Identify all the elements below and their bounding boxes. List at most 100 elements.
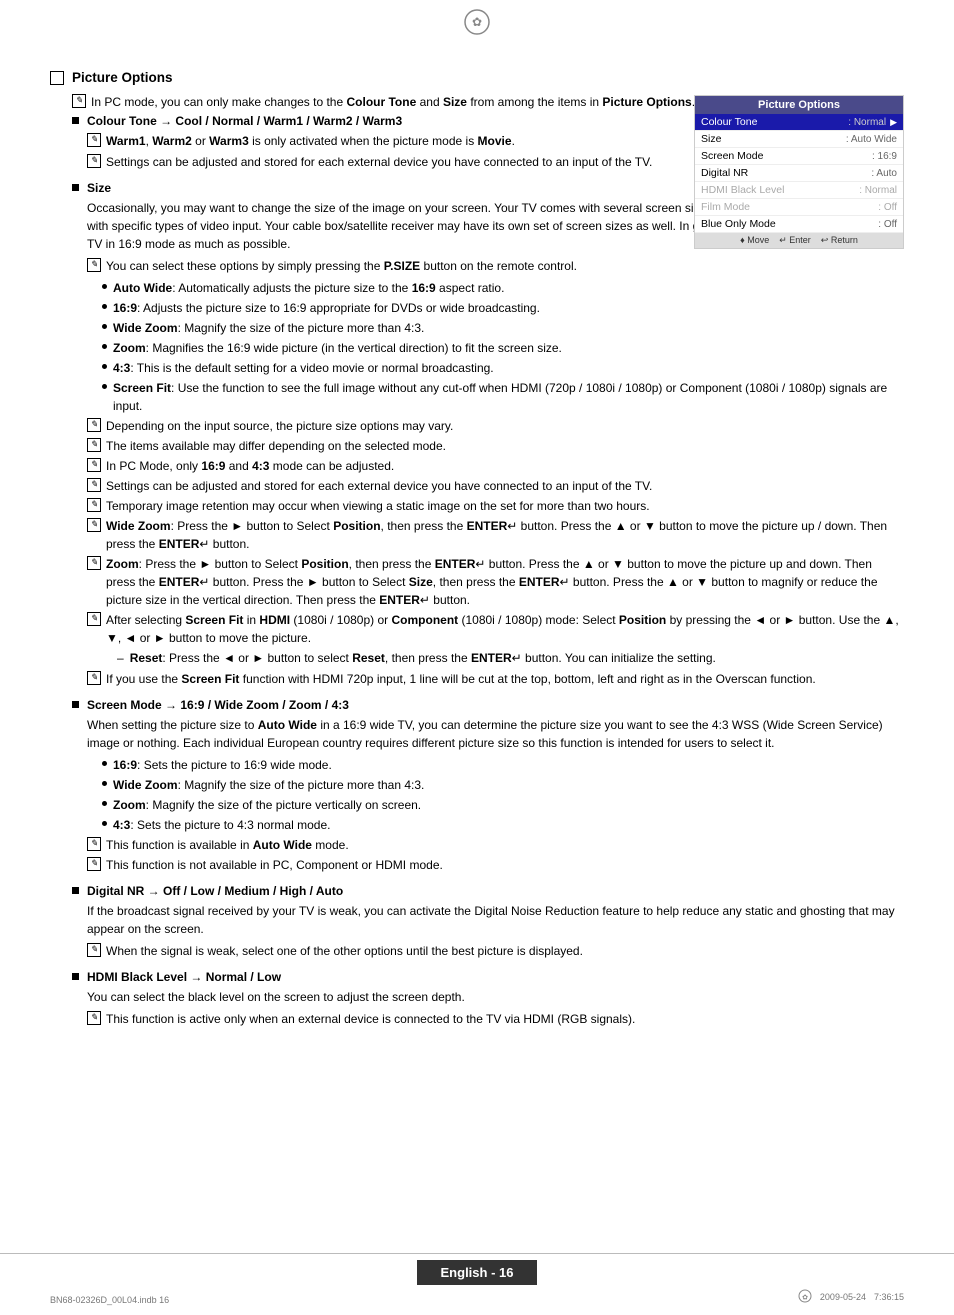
dash-text-reset: Reset: Press the ◄ or ► button to select… — [130, 649, 716, 667]
digital-nr-body: If the broadcast signal received by your… — [87, 902, 904, 960]
note-icon-warm: ✎ — [87, 133, 101, 147]
section-title-picture-options: Picture Options — [72, 70, 173, 85]
dash-reset: – Reset: Press the ◄ or ► button to sele… — [117, 649, 904, 667]
note-screen-fit-720p: ✎ If you use the Screen Fit function wit… — [87, 670, 904, 688]
panel-label-blue-only: Blue Only Mode — [701, 218, 878, 230]
size-body: Occasionally, you may want to change the… — [87, 199, 904, 688]
panel-value-size: : Auto Wide — [846, 134, 897, 145]
panel-row-size[interactable]: Size : Auto Wide — [695, 131, 903, 148]
note-wide-zoom-position: ✎ Wide Zoom: Press the ► button to Selec… — [87, 517, 904, 553]
bullet-sm-zoom: Zoom: Magnify the size of the picture ve… — [102, 796, 904, 814]
note-text-screen-fit-hdmi: After selecting Screen Fit in HDMI (1080… — [106, 611, 904, 647]
note-zoom-position: ✎ Zoom: Press the ► button to Select Pos… — [87, 555, 904, 609]
section-picture-options: Picture Options — [50, 70, 904, 85]
dot-screen-fit — [102, 384, 107, 389]
note-icon-not-pc-hdmi: ✎ — [87, 857, 101, 871]
panel-row-hdmi-black[interactable]: HDMI Black Level : Normal — [695, 182, 903, 199]
panel-row-blue-only[interactable]: Blue Only Mode : Off — [695, 216, 903, 233]
note-icon-items-differ: ✎ — [87, 438, 101, 452]
note-icon-hdmi-active: ✎ — [87, 1011, 101, 1025]
note-icon-signal-weak: ✎ — [87, 943, 101, 957]
dot-sm-zoom — [102, 801, 107, 806]
note-text-psize: You can select these options by simply p… — [106, 257, 577, 275]
footer-date-info: ✿ 2009-05-24 7:36:15 — [798, 1289, 904, 1305]
subsection-size: Size Occasionally, you may want to chang… — [72, 181, 904, 688]
bullet-wide-zoom: Wide Zoom: Magnify the size of the pictu… — [102, 319, 904, 337]
note-icon-input-source: ✎ — [87, 418, 101, 432]
footer-compass-right: ✿ — [798, 1289, 812, 1305]
note-not-pc-hdmi: ✎ This function is not available in PC, … — [87, 856, 904, 874]
panel-footer-enter: ↵ Enter — [779, 235, 811, 246]
bullet-screen-mode — [72, 701, 79, 708]
note-text-temporary: Temporary image retention may occur when… — [106, 497, 650, 515]
footer-label: English - 16 — [417, 1260, 538, 1285]
note-text-hdmi-active: This function is active only when an ext… — [106, 1010, 635, 1028]
note-icon-settings-stored: ✎ — [87, 478, 101, 492]
note-icon-screen-fit-720p: ✎ — [87, 671, 101, 685]
panel-label-film-mode: Film Mode — [701, 201, 878, 213]
screen-mode-list: 16:9: Sets the picture to 16:9 wide mode… — [102, 756, 904, 834]
footer-date: 2009-05-24 — [820, 1292, 866, 1302]
dot-auto-wide — [102, 284, 107, 289]
dot-4-3 — [102, 364, 107, 369]
dash-char-reset: – — [117, 649, 124, 667]
screen-mode-heading: Screen Mode → 16:9 / Wide Zoom / Zoom / … — [72, 698, 904, 712]
subsection-screen-mode: Screen Mode → 16:9 / Wide Zoom / Zoom / … — [72, 698, 904, 874]
note-signal-weak: ✎ When the signal is weak, select one of… — [87, 942, 904, 960]
bullet-sm-4-3: 4:3: Sets the picture to 4:3 normal mode… — [102, 816, 904, 834]
bullet-sm-16-9: 16:9: Sets the picture to 16:9 wide mode… — [102, 756, 904, 774]
bullet-colour-tone — [72, 117, 79, 124]
note-text-pc-mode: In PC mode, you can only make changes to… — [91, 93, 695, 111]
hdmi-black-title: HDMI Black Level → Normal / Low — [87, 970, 281, 984]
panel-value-film-mode: : Off — [878, 202, 897, 213]
note-auto-wide-mode: ✎ This function is available in Auto Wid… — [87, 836, 904, 854]
footer-time: 7:36:15 — [874, 1292, 904, 1302]
size-title: Size — [87, 181, 111, 195]
note-text-items-differ: The items available may differ depending… — [106, 437, 446, 455]
panel-arrow-colour-tone: ▶ — [890, 117, 897, 128]
bullet-hdmi-black — [72, 973, 79, 980]
dot-16-9 — [102, 304, 107, 309]
note-text-settings-external: Settings can be adjusted and stored for … — [106, 153, 652, 171]
bullet-16-9: 16:9: Adjusts the picture size to 16:9 a… — [102, 299, 904, 317]
panel-label-hdmi-black: HDMI Black Level — [701, 184, 859, 196]
panel-row-screen-mode[interactable]: Screen Mode : 16:9 — [695, 148, 903, 165]
colour-tone-title: Colour Tone → Cool / Normal / Warm1 / Wa… — [87, 114, 402, 128]
panel-row-digital-nr[interactable]: Digital NR : Auto — [695, 165, 903, 182]
panel-value-blue-only: : Off — [878, 219, 897, 230]
note-text-warm: Warm1, Warm2 or Warm3 is only activated … — [106, 132, 515, 150]
screen-mode-body: When setting the picture size to Auto Wi… — [87, 716, 904, 874]
panel-row-colour-tone[interactable]: Colour Tone : Normal ▶ — [695, 114, 903, 131]
footer-file-info: BN68-02326D_00L04.indb 16 — [50, 1295, 169, 1305]
note-settings-stored: ✎ Settings can be adjusted and stored fo… — [87, 477, 904, 495]
bullet-4-3: 4:3: This is the default setting for a v… — [102, 359, 904, 377]
panel-value-screen-mode: : 16:9 — [872, 151, 897, 162]
bullet-auto-wide: Auto Wide: Automatically adjusts the pic… — [102, 279, 904, 297]
note-text-not-pc-hdmi: This function is not available in PC, Co… — [106, 856, 443, 874]
note-icon-wide-zoom-position: ✎ — [87, 518, 101, 532]
page-footer-bar: English - 16 — [0, 1253, 954, 1285]
subsection-hdmi-black: HDMI Black Level → Normal / Low You can … — [72, 970, 904, 1028]
dot-sm-wide-zoom — [102, 781, 107, 786]
subsection-digital-nr: Digital NR → Off / Low / Medium / High /… — [72, 884, 904, 960]
panel-value-digital-nr: : Auto — [871, 168, 897, 179]
dot-sm-4-3 — [102, 821, 107, 826]
svg-text:✿: ✿ — [472, 15, 482, 29]
note-icon-pc-mode: ✎ — [72, 94, 86, 108]
note-temporary-image: ✎ Temporary image retention may occur wh… — [87, 497, 904, 515]
panel-footer-return: ↩ Return — [821, 235, 858, 246]
note-text-signal-weak: When the signal is weak, select one of t… — [106, 942, 583, 960]
panel-label-screen-mode: Screen Mode — [701, 150, 872, 162]
bullet-size — [72, 184, 79, 191]
note-icon-temporary: ✎ — [87, 498, 101, 512]
checkbox-icon — [50, 71, 64, 85]
panel-label-colour-tone: Colour Tone — [701, 116, 848, 128]
note-icon-zoom-position: ✎ — [87, 556, 101, 570]
note-text-screen-fit-720p: If you use the Screen Fit function with … — [106, 670, 816, 688]
panel-footer-move: ♦ Move — [740, 235, 769, 246]
note-text-pc-mode-16-4: In PC Mode, only 16:9 and 4:3 mode can b… — [106, 457, 394, 475]
size-bullet-list: Auto Wide: Automatically adjusts the pic… — [102, 279, 904, 415]
panel-row-film-mode[interactable]: Film Mode : Off — [695, 199, 903, 216]
digital-nr-heading: Digital NR → Off / Low / Medium / High /… — [72, 884, 904, 898]
dot-wide-zoom — [102, 324, 107, 329]
